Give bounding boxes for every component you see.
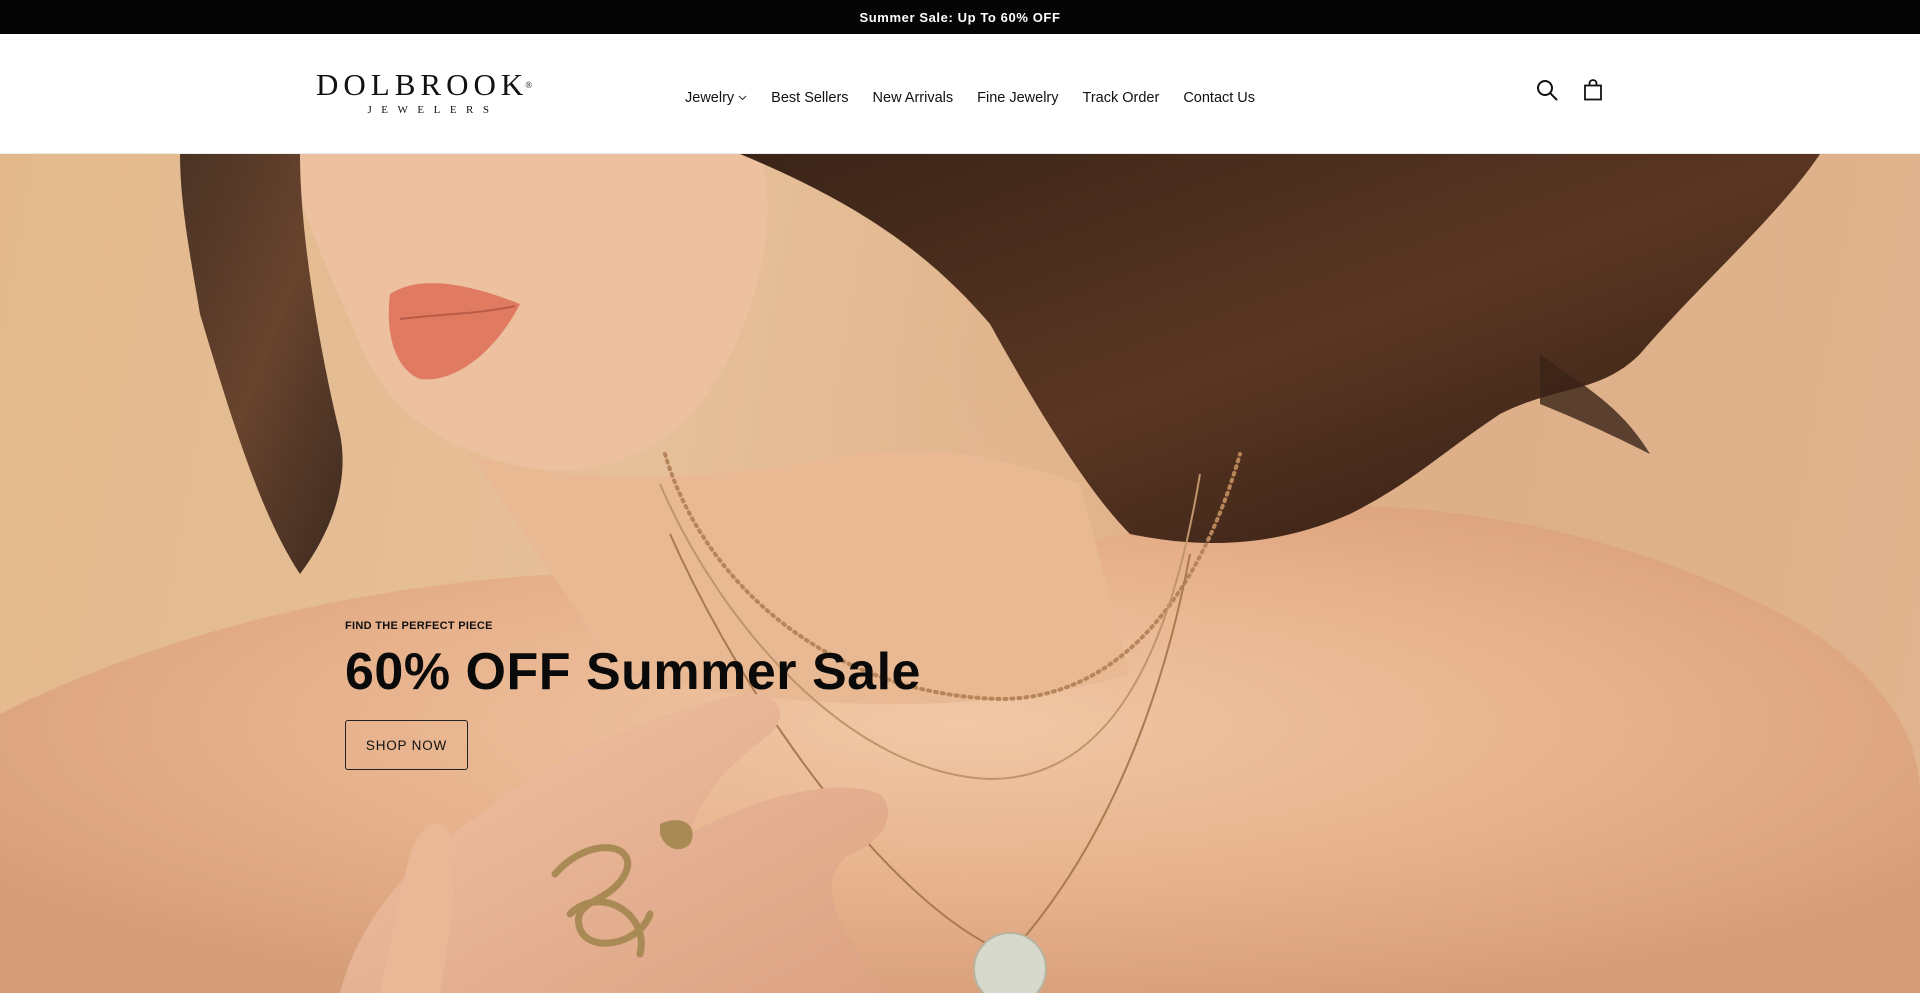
hero-content: FIND THE PERFECT PIECE 60% OFF Summer Sa… <box>345 620 921 770</box>
hero-banner: FIND THE PERFECT PIECE 60% OFF Summer Sa… <box>0 154 1920 993</box>
nav-item-best-sellers[interactable]: Best Sellers <box>759 84 860 112</box>
shopping-bag-icon <box>1583 78 1603 106</box>
logo-registered-mark: ® <box>525 80 533 90</box>
nav-item-contact-us[interactable]: Contact Us <box>1171 84 1267 112</box>
search-button[interactable] <box>1534 79 1560 105</box>
main-navigation: Jewelry Best Sellers New Arrivals Fine J… <box>673 82 1267 114</box>
nav-item-label: New Arrivals <box>872 90 954 106</box>
hero-headline: 60% OFF Summer Sale <box>345 643 921 701</box>
nav-item-label: Contact Us <box>1183 90 1256 106</box>
nav-item-label: Fine Jewelry <box>977 90 1059 106</box>
face-shape <box>290 154 768 470</box>
nav-item-jewelry[interactable]: Jewelry <box>673 84 759 112</box>
search-icon <box>1536 79 1558 106</box>
site-header: DOLBROOK® JEWELERS Jewelry Best Sellers … <box>0 34 1920 154</box>
cart-button[interactable] <box>1580 78 1606 106</box>
nav-item-label: Jewelry <box>685 90 735 106</box>
pendant-shape <box>973 932 1047 993</box>
nav-item-label: Best Sellers <box>771 90 849 106</box>
shop-now-button[interactable]: SHOP NOW <box>345 720 468 770</box>
announcement-bar: Summer Sale: Up To 60% OFF <box>0 0 1920 34</box>
announcement-text: Summer Sale: Up To 60% OFF <box>859 9 1061 25</box>
nav-item-fine-jewelry[interactable]: Fine Jewelry <box>965 84 1070 112</box>
logo-subtitle: JEWELERS <box>367 104 499 116</box>
nav-item-label: Track Order <box>1082 90 1160 106</box>
hero-image <box>0 154 1920 993</box>
nav-item-track-order[interactable]: Track Order <box>1071 84 1172 112</box>
logo-wordmark: DOLBROOK <box>316 67 529 102</box>
store-logo[interactable]: DOLBROOK® JEWELERS <box>316 67 540 120</box>
nav-item-new-arrivals[interactable]: New Arrivals <box>861 84 966 112</box>
chevron-down-icon <box>738 95 747 101</box>
header-actions <box>1534 78 1606 106</box>
hero-eyebrow: FIND THE PERFECT PIECE <box>345 620 493 632</box>
